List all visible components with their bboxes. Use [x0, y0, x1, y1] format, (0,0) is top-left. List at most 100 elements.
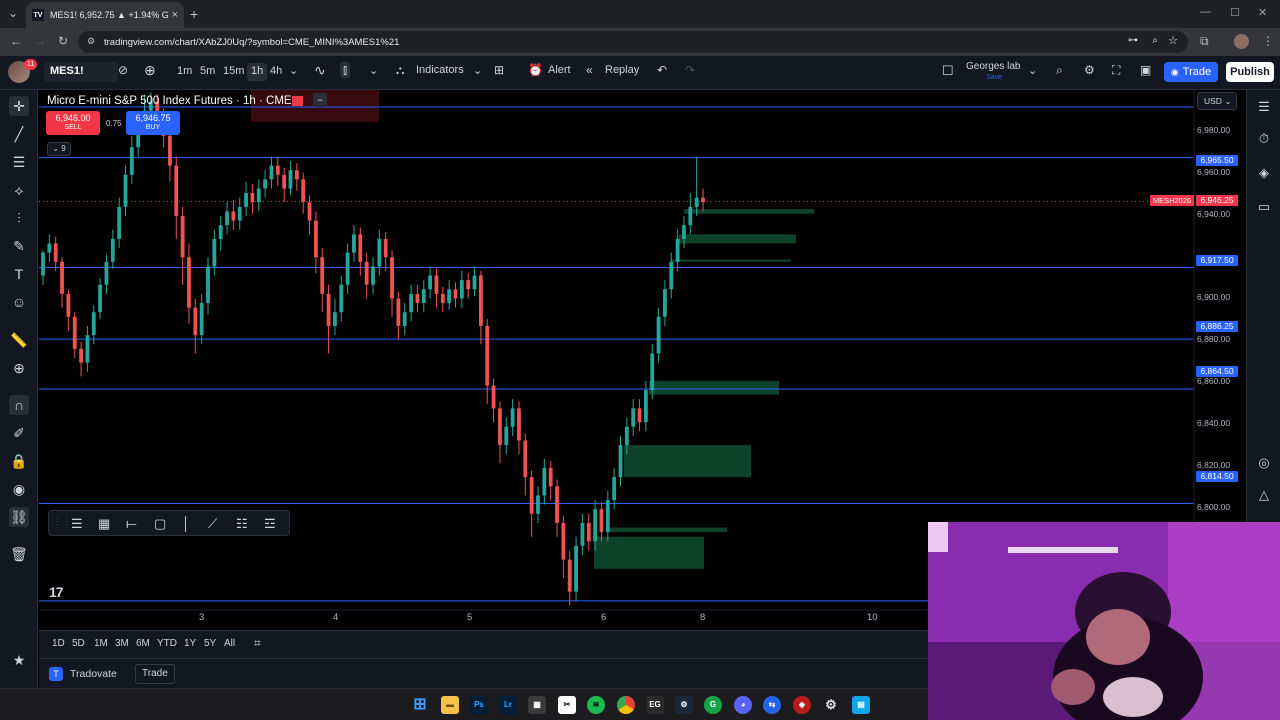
object-tree-icon[interactable]: ◈	[1255, 164, 1273, 182]
app-icon[interactable]: G	[704, 696, 722, 714]
range-5d[interactable]: 5D	[72, 638, 85, 649]
range-all[interactable]: All	[224, 638, 235, 649]
epic-games-icon[interactable]: EG	[646, 696, 664, 714]
add-symbol-icon[interactable]: ⊕	[144, 62, 156, 79]
range-3m[interactable]: 3M	[115, 638, 129, 649]
symbol-search[interactable]: MES1!	[44, 62, 118, 82]
minimize-icon[interactable]: —	[1200, 6, 1211, 18]
range-1m[interactable]: 1M	[94, 638, 108, 649]
replay-button[interactable]: Replay	[605, 64, 639, 76]
lightroom-icon[interactable]: Lr	[499, 696, 517, 714]
new-tab-icon[interactable]: +	[190, 6, 198, 22]
indicators-collapse-toggle[interactable]: ⌄ 9	[47, 142, 71, 156]
range-6m[interactable]: 6M	[136, 638, 150, 649]
line-chart-icon[interactable]: ∿	[314, 62, 326, 79]
windows-start-icon[interactable]: ⊞	[411, 696, 429, 714]
alert-icon[interactable]: ⏰	[528, 63, 543, 77]
crosshair-icon[interactable]: ✛	[9, 96, 29, 116]
snapshot-camera-icon[interactable]: ▣	[1140, 63, 1151, 77]
settings-gear-icon[interactable]: ⚙	[1084, 63, 1095, 77]
app-icon[interactable]: ▤	[852, 696, 870, 714]
watchlist-icon[interactable]: ☰	[1255, 98, 1273, 116]
back-icon[interactable]: ←	[10, 34, 22, 48]
range-5y[interactable]: 5Y	[204, 638, 216, 649]
close-window-icon[interactable]: ✕	[1258, 6, 1267, 19]
vertical-line-icon[interactable]: │	[182, 516, 190, 531]
alert-button[interactable]: Alert	[548, 64, 571, 76]
fib-tool-icon[interactable]: ☰	[71, 516, 83, 532]
chat-icon[interactable]: ▭	[1255, 198, 1273, 216]
trend-line-tool-icon[interactable]: ⟋	[208, 516, 217, 532]
replay-icon[interactable]: «	[586, 63, 593, 77]
trade-button[interactable]: ◉ Trade	[1164, 62, 1218, 82]
buy-button[interactable]: 6,946.75 BUY	[126, 111, 180, 135]
profile-avatar[interactable]	[1234, 34, 1249, 49]
bookmark-star-icon[interactable]: ☆	[1168, 34, 1178, 47]
horizontal-ray-icon[interactable]: ⟝	[126, 516, 137, 532]
brush-icon[interactable]: ✎	[9, 236, 29, 256]
ideas-icon[interactable]: △	[1255, 486, 1273, 504]
browser-tab[interactable]: TV MES1! 6,952.75 ▲ +1.94% Geo ×	[26, 2, 184, 28]
trash-icon[interactable]: 🗑	[9, 544, 29, 564]
more-tools-icon[interactable]: ☲	[264, 516, 276, 532]
maximize-icon[interactable]: ☐	[1230, 6, 1240, 19]
reload-icon[interactable]: ↻	[58, 34, 68, 48]
go-to-date-icon[interactable]: ⌗	[254, 636, 261, 651]
quick-search-icon[interactable]: ⌕	[1056, 63, 1063, 78]
zoom-icon[interactable]: ⌕	[1152, 35, 1158, 46]
zoom-in-icon[interactable]: ⊕	[9, 358, 29, 378]
tab-list-icon[interactable]: ⌄	[8, 6, 18, 20]
target-icon[interactable]: ◎	[1255, 454, 1273, 472]
chrome-icon[interactable]	[617, 696, 635, 714]
drag-handle-icon[interactable]: ⋮⋮	[53, 516, 71, 527]
range-ytd[interactable]: YTD	[157, 638, 177, 649]
app-icon[interactable]: ◆	[793, 696, 811, 714]
timeframe-dropdown-icon[interactable]: ⌄	[289, 64, 298, 77]
lock-icon[interactable]: 🔒	[9, 451, 29, 471]
ruler-icon[interactable]: 📏	[9, 330, 29, 350]
redo-icon[interactable]: ↷	[685, 63, 695, 77]
candles-chart-icon[interactable]: ⫾	[340, 62, 351, 78]
browser-menu-icon[interactable]: ⋮	[1262, 34, 1274, 48]
tradingview-logo[interactable]: 17	[49, 584, 64, 600]
collapse-legend-icon[interactable]: −	[313, 93, 327, 107]
layout-checkbox-icon[interactable]: ☐	[942, 63, 954, 79]
favorites-star-icon[interactable]: ★	[9, 650, 29, 670]
trade-tab[interactable]: Trade	[135, 664, 175, 684]
extensions-icon[interactable]: ⧉	[1200, 34, 1209, 49]
close-tab-icon[interactable]: ×	[172, 9, 178, 21]
alerts-clock-icon[interactable]: ⏱	[1255, 130, 1273, 148]
rectangle-tool-icon[interactable]: ▢	[154, 516, 166, 532]
text-tool-icon[interactable]: T	[9, 264, 29, 284]
trendline-icon[interactable]: ╱	[9, 124, 29, 144]
compare-symbol-icon[interactable]: ⊘	[118, 63, 128, 77]
url-field[interactable]: ⚙ tradingview.com/chart/XAbZJ0Uq/?symbol…	[78, 31, 1188, 53]
store-icon[interactable]: ▦	[528, 696, 546, 714]
stay-in-drawing-icon[interactable]: ✐	[9, 423, 29, 443]
parallel-channel-icon[interactable]: ☷	[236, 516, 248, 532]
indicators-dropdown-icon[interactable]: ⌄	[473, 64, 482, 77]
grid-tool-icon[interactable]: ▦	[98, 516, 110, 532]
site-info-icon[interactable]: ⚙	[87, 36, 95, 47]
emoji-icon[interactable]: ☺	[9, 292, 29, 312]
timeframe-4h[interactable]: 4h	[266, 63, 286, 81]
horizontal-lines-icon[interactable]: ☰	[9, 152, 29, 172]
layout-dropdown-icon[interactable]: ⌄	[1028, 64, 1037, 77]
chart-type-dropdown-icon[interactable]: ⌄	[369, 64, 378, 77]
pattern-icon[interactable]: ⟡	[9, 180, 29, 200]
timeframe-5m[interactable]: 5m	[196, 63, 219, 81]
photoshop-icon[interactable]: Ps	[470, 696, 488, 714]
publish-button[interactable]: Publish	[1226, 62, 1274, 82]
settings-icon[interactable]: ⚙	[822, 696, 840, 714]
steam-icon[interactable]: ⚙	[675, 696, 693, 714]
fullscreen-icon[interactable]: ⛶	[1112, 63, 1120, 78]
layouts-icon[interactable]: ⊞	[494, 63, 504, 77]
range-1d[interactable]: 1D	[52, 638, 65, 649]
sell-button[interactable]: 6,946.00 SELL	[46, 111, 100, 135]
timeframe-15m[interactable]: 15m	[219, 63, 248, 81]
timeframe-1h[interactable]: 1h	[247, 63, 268, 81]
range-1y[interactable]: 1Y	[184, 638, 196, 649]
password-icon[interactable]: ⊶	[1128, 35, 1138, 46]
forecasting-icon[interactable]: ⫶	[9, 208, 29, 228]
eye-icon[interactable]: ◉	[9, 479, 29, 499]
